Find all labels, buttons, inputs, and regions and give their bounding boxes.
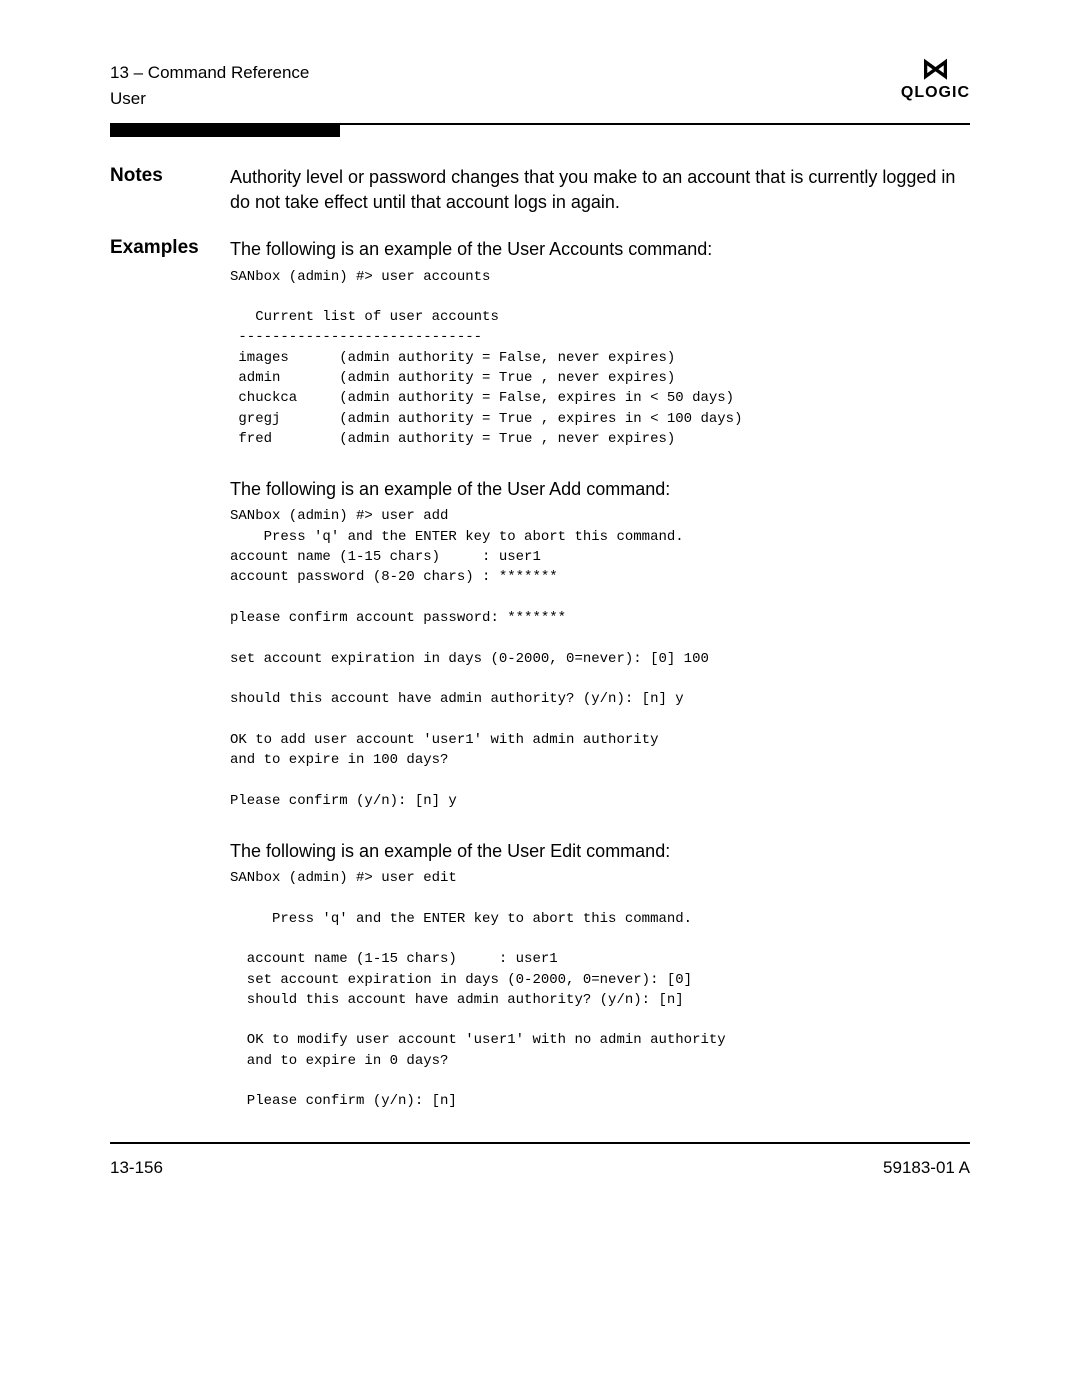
notes-label: Notes [110, 165, 230, 187]
page-header: 13 – Command Reference User ⋈ QLOGIC [110, 60, 970, 111]
document-page: 13 – Command Reference User ⋈ QLOGIC Not… [0, 0, 1080, 1397]
examples-body: The following is an example of the User … [230, 237, 970, 1111]
notes-text: Authority level or password changes that… [230, 165, 970, 215]
footer-left: 13-156 [110, 1158, 163, 1178]
page-footer: 13-156 59183-01 A [110, 1142, 970, 1178]
brand-logo: ⋈ QLOGIC [901, 60, 970, 102]
header-rule [110, 123, 970, 137]
add-code: SANbox (admin) #> user add Press 'q' and… [230, 506, 970, 810]
examples-label: Examples [110, 237, 230, 259]
thick-bar [110, 123, 340, 137]
examples-row: Examples The following is an example of … [110, 237, 970, 1111]
logo-text: QLOGIC [901, 84, 970, 102]
accounts-intro: The following is an example of the User … [230, 237, 970, 262]
edit-code: SANbox (admin) #> user edit Press 'q' an… [230, 868, 970, 1112]
header-left: 13 – Command Reference User [110, 60, 309, 111]
section-line: User [110, 86, 309, 112]
footer-right: 59183-01 A [883, 1158, 970, 1178]
logo-glyph: ⋈ [901, 60, 970, 80]
chapter-line: 13 – Command Reference [110, 60, 309, 86]
accounts-code: SANbox (admin) #> user accounts Current … [230, 267, 970, 450]
edit-intro: The following is an example of the User … [230, 839, 970, 864]
thin-bar [340, 123, 970, 125]
add-intro: The following is an example of the User … [230, 477, 970, 502]
notes-row: Notes Authority level or password change… [110, 165, 970, 215]
